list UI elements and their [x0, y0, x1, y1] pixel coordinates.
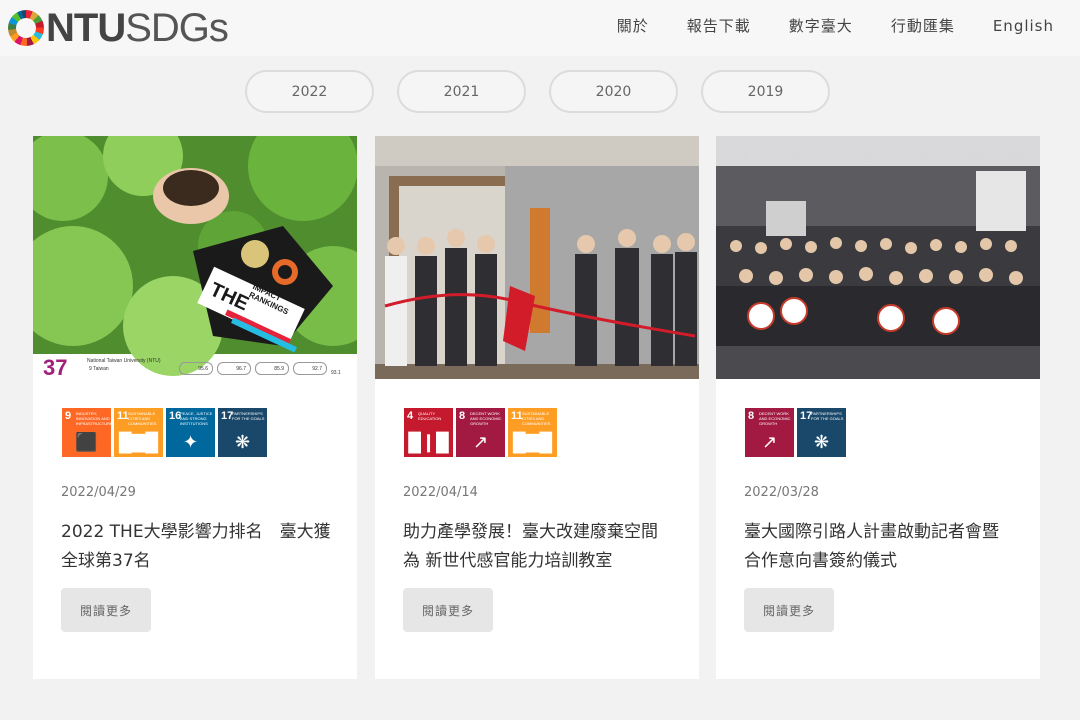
sdg-17-badge[interactable]: 17 PARTNERSHIPS FOR THE GOALS ❋ [218, 408, 267, 457]
sdg-icon-row: 9 INDUSTRY, INNOVATION AND INFRASTRUCTUR… [62, 408, 267, 457]
score-2: 96.7 [217, 362, 251, 375]
sdg-icon-row: 8 DECENT WORK AND ECONOMIC GROWTH ↗ 17 P… [745, 408, 846, 457]
year-button-2019[interactable]: 2019 [701, 70, 830, 113]
sdg-11-badge[interactable]: 11 SUSTAINABLE CITIES AND COMMUNITIES █▇… [508, 408, 557, 457]
news-title[interactable]: 臺大國際引路人計畫啟動記者會暨合作意向書簽約儀式 [744, 518, 1014, 576]
news-date: 2022/04/29 [61, 485, 136, 500]
site-header: NTU SDGs 關於 報告下載 數字臺大 行動匯集 English [0, 0, 1080, 56]
rings-icon: ❋ [234, 432, 251, 452]
growth-icon: ↗ [472, 432, 489, 452]
nav-report-download[interactable]: 報告下載 [687, 16, 751, 36]
sdg-icon-row: 4 QUALITY EDUCATION █❙█ 8 DECENT WORK AN… [404, 408, 557, 457]
nav-ntu-numbers[interactable]: 數字臺大 [789, 16, 853, 36]
sdg-4-badge[interactable]: 4 QUALITY EDUCATION █❙█ [404, 408, 453, 457]
news-title[interactable]: 2022 THE大學影響力排名 臺大獲全球第37名 [61, 518, 331, 576]
news-card: THE IMPACT RANKINGS 37 National Taiwan U… [33, 136, 357, 679]
news-image-group-photo[interactable] [716, 136, 1040, 379]
book-icon: █❙█ [408, 432, 449, 452]
news-title[interactable]: 助力產學發展！臺大改建廢棄空間為 新世代感官能力培訓教室 [403, 518, 673, 576]
dove-icon: ✦ [182, 432, 199, 452]
city-icon: █▇█ [118, 432, 159, 452]
sdg-17-badge[interactable]: 17 PARTNERSHIPS FOR THE GOALS ❋ [797, 408, 846, 457]
logo-sdgs-text: SDGs [125, 6, 229, 50]
score-4: 92.7 [293, 362, 327, 375]
sdg-8-badge[interactable]: 8 DECENT WORK AND ECONOMIC GROWTH ↗ [456, 408, 505, 457]
ntu-sdgs-logo[interactable]: NTU SDGs [8, 6, 229, 50]
sdg-9-badge[interactable]: 9 INDUSTRY, INNOVATION AND INFRASTRUCTUR… [62, 408, 113, 457]
sdg-8-badge[interactable]: 8 DECENT WORK AND ECONOMIC GROWTH ↗ [745, 408, 794, 457]
main-nav: 關於 報告下載 數字臺大 行動匯集 English [579, 16, 1054, 36]
score-1: 95.6 [179, 362, 213, 375]
news-image-ribbon-cutting[interactable] [375, 136, 699, 379]
news-image-lettuce-soil[interactable]: THE IMPACT RANKINGS 37 National Taiwan U… [33, 136, 357, 379]
rank-number: 37 [43, 355, 68, 379]
year-button-2021[interactable]: 2021 [397, 70, 526, 113]
news-date: 2022/04/14 [403, 485, 478, 500]
score-3: 85.9 [255, 362, 289, 375]
sdg-16-badge[interactable]: 16 PEACE, JUSTICE AND STRONG INSTITUTION… [166, 408, 215, 457]
news-date: 2022/03/28 [744, 485, 819, 500]
rings-icon: ❋ [813, 432, 830, 452]
year-filter: 2022 2021 2020 2019 [245, 70, 830, 113]
sdg-11-badge[interactable]: 11 SUSTAINABLE CITIES AND COMMUNITIES █▇… [114, 408, 163, 457]
growth-icon: ↗ [761, 432, 778, 452]
nav-actions[interactable]: 行動匯集 [891, 16, 955, 36]
sdg-wheel-icon [8, 10, 44, 46]
news-card: 8 DECENT WORK AND ECONOMIC GROWTH ↗ 17 P… [716, 136, 1040, 679]
university-location: 9 Taiwan [89, 366, 109, 372]
read-more-button[interactable]: 閱讀更多 [61, 588, 151, 632]
year-button-2022[interactable]: 2022 [245, 70, 374, 113]
city-icon: █▇█ [512, 432, 553, 452]
year-button-2020[interactable]: 2020 [549, 70, 678, 113]
read-more-button[interactable]: 閱讀更多 [744, 588, 834, 632]
news-card: 4 QUALITY EDUCATION █❙█ 8 DECENT WORK AN… [375, 136, 699, 679]
overall-score: 93.1 [331, 370, 341, 376]
cubes-icon: ⬛ [75, 432, 98, 452]
logo-ntu-text: NTU [46, 6, 126, 50]
university-name: National Taiwan University (NTU) [87, 358, 161, 364]
nav-about[interactable]: 關於 [617, 16, 649, 36]
read-more-button[interactable]: 閱讀更多 [403, 588, 493, 632]
nav-english[interactable]: English [993, 16, 1054, 36]
